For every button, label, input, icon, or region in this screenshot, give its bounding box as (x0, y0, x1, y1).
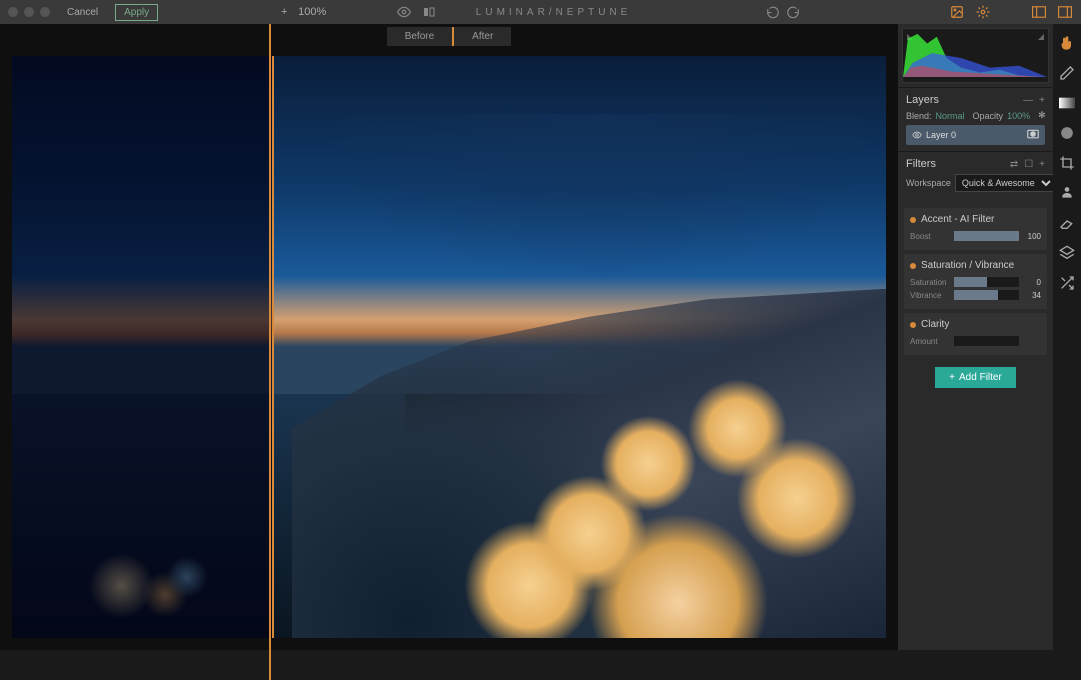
canvas-area: Before After (0, 24, 898, 650)
filter-enabled-icon[interactable] (910, 217, 916, 223)
slider-label: Amount (910, 337, 950, 346)
crop-tool-icon[interactable] (1058, 154, 1076, 172)
redo-icon[interactable] (785, 4, 801, 20)
filter-enabled-icon[interactable] (910, 263, 916, 269)
filter-name: Clarity (921, 319, 949, 330)
filter-block: Accent - AI Filter Boost 100 (904, 208, 1047, 250)
slider-value: 100 (1023, 232, 1041, 241)
minimize-window-icon[interactable] (24, 7, 34, 17)
eye-icon[interactable] (396, 4, 412, 20)
opacity-label: Opacity (973, 111, 1004, 121)
blend-label: Blend: (906, 111, 932, 121)
histogram[interactable]: ◣ ◢ (902, 28, 1049, 83)
slider-row: Boost 100 (910, 231, 1041, 241)
app-title: LUMINAR/NEPTUNE (476, 7, 632, 18)
compare-splitter[interactable] (269, 24, 271, 680)
slider-value: 34 (1023, 291, 1041, 300)
add-filter-button[interactable]: + Add Filter (935, 367, 1016, 388)
layers-title: Layers (906, 94, 939, 106)
add-filter-label: Add Filter (959, 372, 1002, 383)
image-canvas[interactable] (12, 56, 886, 638)
workspace-select[interactable]: Quick & Awesome (955, 174, 1055, 192)
shuffle-tool-icon[interactable] (1058, 274, 1076, 292)
slider-track[interactable] (954, 336, 1019, 346)
workspace-label: Workspace (906, 178, 951, 188)
clone-tool-icon[interactable] (1058, 184, 1076, 202)
layer-visibility-icon[interactable] (912, 130, 922, 140)
zoom-plus-icon[interactable]: + (276, 4, 292, 20)
slider-label: Boost (910, 232, 950, 241)
layer-item[interactable]: Layer 0 (906, 125, 1045, 145)
blend-mode[interactable]: Normal (936, 111, 965, 121)
add-layer-icon[interactable]: + (1039, 95, 1045, 106)
compare-icon[interactable] (421, 4, 437, 20)
window-controls (8, 7, 50, 17)
sidebar-toggle-icon[interactable] (1057, 4, 1073, 20)
filter-header[interactable]: Saturation / Vibrance (910, 260, 1041, 271)
radial-tool-icon[interactable] (1058, 124, 1076, 142)
layer-mask-icon[interactable] (1027, 129, 1039, 141)
tab-before[interactable]: Before (387, 27, 454, 46)
settings-icon[interactable] (975, 4, 991, 20)
erase-tool-icon[interactable] (1058, 214, 1076, 232)
filter-header[interactable]: Clarity (910, 319, 1041, 330)
slider-row: Saturation 0 (910, 277, 1041, 287)
slider-row: Vibrance 34 (910, 290, 1041, 300)
layer-settings-icon[interactable]: ✻ (1038, 110, 1046, 121)
before-region (12, 56, 274, 638)
slider-row: Amount (910, 336, 1041, 346)
gradient-tool-icon[interactable] (1058, 94, 1076, 112)
filters-panel: Filters ⇄ ☐ + Workspace Quick & Awesome (898, 151, 1053, 204)
cancel-button[interactable]: Cancel (58, 4, 107, 21)
slider-label: Vibrance (910, 291, 950, 300)
brush-tool-icon[interactable] (1058, 64, 1076, 82)
panel-toggle-icon[interactable] (1031, 4, 1047, 20)
zoom-level[interactable]: 100% (298, 6, 326, 18)
tab-after[interactable]: After (454, 27, 511, 46)
layers-tool-icon[interactable] (1058, 244, 1076, 262)
slider-track[interactable] (954, 277, 1019, 287)
slider-track[interactable] (954, 290, 1019, 300)
tool-rail (1053, 24, 1081, 650)
layers-collapse-icon[interactable]: — (1023, 95, 1033, 106)
apply-button[interactable]: Apply (115, 4, 158, 21)
filter-block: Saturation / Vibrance Saturation 0 Vibra… (904, 254, 1047, 309)
layers-panel: Layers — + Blend: Normal Opacity 100% ✻ … (898, 87, 1053, 151)
filter-name: Accent - AI Filter (921, 214, 994, 225)
filter-enabled-icon[interactable] (910, 322, 916, 328)
add-filter-icon[interactable]: + (1039, 159, 1045, 170)
undo-icon[interactable] (765, 4, 781, 20)
opacity-value[interactable]: 100% (1007, 111, 1030, 121)
slider-label: Saturation (910, 278, 950, 287)
slider-track[interactable] (954, 231, 1019, 241)
filters-save-icon[interactable]: ☐ (1024, 159, 1033, 170)
close-window-icon[interactable] (8, 7, 18, 17)
filters-preset-icon[interactable]: ⇄ (1010, 159, 1018, 170)
right-panel: ◣ ◢ Layers — + Blend: Normal Opacity (898, 24, 1053, 650)
filter-header[interactable]: Accent - AI Filter (910, 214, 1041, 225)
filters-title: Filters (906, 158, 936, 170)
filter-name: Saturation / Vibrance (921, 260, 1014, 271)
maximize-window-icon[interactable] (40, 7, 50, 17)
layer-name: Layer 0 (926, 130, 956, 140)
filter-block: Clarity Amount (904, 313, 1047, 355)
image-icon[interactable] (949, 4, 965, 20)
slider-value: 0 (1023, 278, 1041, 287)
plus-icon: + (949, 372, 955, 383)
hand-tool-icon[interactable] (1058, 34, 1076, 52)
titlebar: Cancel Apply + 100% LUMINAR/NEPTUNE (0, 0, 1081, 24)
